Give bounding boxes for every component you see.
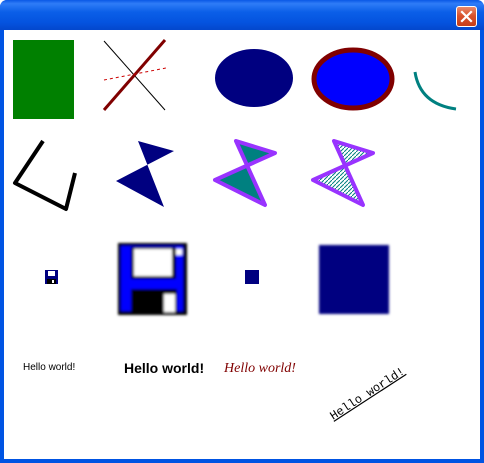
close-button[interactable] (456, 6, 477, 27)
floppy-disk-icon-large (118, 243, 187, 315)
app-window: Hello world! Hello world! Hello world! H… (0, 0, 484, 463)
title-bar (0, 0, 484, 30)
drawing-surface: Hello world! Hello world! Hello world! H… (13, 39, 457, 424)
blue-ellipse-outlined (311, 47, 395, 111)
navy-bowtie (116, 141, 174, 207)
drawing-canvas: Hello world! Hello world! Hello world! H… (4, 30, 480, 459)
hello-bold-text: Hello world! (124, 360, 204, 376)
blue-square-large-blurred (319, 245, 389, 314)
crossing-lines (102, 39, 167, 111)
teal-arc (413, 71, 457, 111)
blue-square-small (245, 270, 259, 284)
black-zigzag-line (13, 139, 77, 211)
teal-bowtie-outlined (213, 139, 277, 207)
floppy-disk-icon (45, 270, 58, 284)
hatched-bowtie-outlined (311, 139, 375, 207)
navy-ellipse (215, 49, 293, 107)
green-rectangle (13, 40, 74, 119)
hello-serif-italic-text: Hello world! (223, 361, 296, 376)
hello-plain-text: Hello world! (23, 362, 75, 373)
hello-rotated-mono-text: Hello world! (328, 365, 408, 424)
close-x-icon (460, 10, 473, 23)
